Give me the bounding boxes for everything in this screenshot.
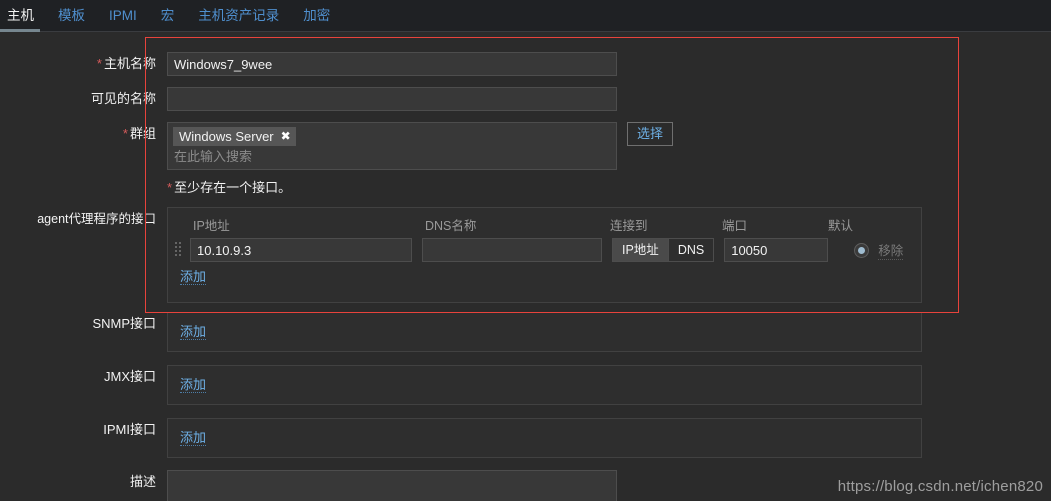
column-header-ip: IP地址 (193, 219, 230, 233)
select-groups-button[interactable]: 选择 (627, 122, 674, 146)
host-form: *主机名称 可见的名称 *群组 Windows Server ✖ 在此输入搜索 … (0, 32, 1051, 501)
required-marker: * (167, 180, 173, 195)
column-header-dns: DNS名称 (425, 219, 477, 233)
field-row-description: 描述 (0, 470, 617, 501)
tab-encryption[interactable]: 加密 (303, 0, 330, 31)
field-row-groups: * 群组 Windows Server ✖ 在此输入搜索 选择 (0, 122, 674, 170)
tab-host-inventory[interactable]: 主机资产记录 (198, 0, 279, 31)
ipmi-interfaces-panel: 添加 (167, 418, 922, 458)
connect-to-option-dns[interactable]: DNS (667, 239, 714, 261)
field-row-snmp-interfaces: SNMP接口 添加 (0, 312, 922, 352)
required-marker: * (96, 56, 102, 71)
field-row-agent-interfaces: agent代理程序的接口 IP地址 DNS名称 连接到 端口 默认 IP地址 (0, 207, 922, 303)
host-name-label: * 主机名称 (96, 56, 156, 71)
ipmi-interfaces-label: IPMI接口 (103, 422, 156, 437)
default-interface-radio[interactable] (854, 242, 870, 258)
interface-row: IP地址 DNS 移除 (168, 238, 921, 268)
agent-interfaces-header: IP地址 DNS名称 连接到 端口 默认 (168, 208, 921, 238)
snmp-interfaces-panel: 添加 (167, 312, 922, 352)
add-agent-interface-link[interactable]: 添加 (180, 269, 207, 285)
close-icon[interactable]: ✖ (281, 127, 291, 146)
description-label: 描述 (129, 474, 156, 489)
tab-host[interactable]: 主机 (7, 0, 34, 31)
group-chip-label: Windows Server (179, 129, 274, 144)
agent-interfaces-label: agent代理程序的接口 (37, 212, 156, 226)
field-row-host-name: * 主机名称 (0, 52, 617, 76)
field-row-jmx-interfaces: JMX接口 添加 (0, 365, 922, 405)
interface-required-note: * 至少存在一个接口。 (167, 179, 291, 197)
column-header-port: 端口 (722, 219, 748, 233)
add-jmx-interface-link[interactable]: 添加 (180, 377, 207, 393)
add-ipmi-interface-link[interactable]: 添加 (180, 430, 207, 446)
connect-to-toggle: IP地址 DNS (612, 238, 715, 262)
drag-handle-icon[interactable] (175, 239, 187, 261)
groups-multiselect[interactable]: Windows Server ✖ 在此输入搜索 (167, 122, 617, 170)
group-chip: Windows Server ✖ (173, 127, 296, 146)
host-name-input[interactable] (167, 52, 617, 76)
zabbix-host-config-screen: 主机 模板 IPMI 宏 主机资产记录 加密 *主机名称 可见的名称 *群组 W… (0, 0, 1051, 501)
groups-label: * 群组 (122, 126, 156, 141)
add-snmp-interface-link[interactable]: 添加 (180, 324, 207, 340)
interface-note-text: * 至少存在一个接口。 (167, 180, 292, 195)
visible-name-label: 可见的名称 (90, 91, 156, 106)
visible-name-input[interactable] (167, 87, 617, 111)
snmp-interfaces-label: SNMP接口 (92, 316, 156, 331)
agent-add-row: 添加 (168, 268, 921, 286)
interface-default-cell: 移除 (854, 240, 904, 260)
tab-bar: 主机 模板 IPMI 宏 主机资产记录 加密 (0, 0, 1051, 32)
field-row-ipmi-interfaces: IPMI接口 添加 (0, 418, 922, 458)
tab-templates[interactable]: 模板 (58, 0, 85, 31)
required-marker: * (122, 126, 128, 141)
jmx-interfaces-label: JMX接口 (103, 369, 156, 384)
agent-interfaces-panel: IP地址 DNS名称 连接到 端口 默认 IP地址 DNS (167, 207, 922, 303)
interface-ip-input[interactable] (190, 238, 412, 262)
interface-port-input[interactable] (724, 238, 829, 262)
column-header-connect-to: 连接到 (610, 219, 648, 233)
interface-dns-input[interactable] (422, 238, 602, 262)
column-header-default: 默认 (828, 219, 854, 233)
tab-ipmi[interactable]: IPMI (109, 0, 137, 31)
remove-interface-link[interactable]: 移除 (878, 240, 904, 260)
groups-search-input[interactable]: 在此输入搜索 (173, 148, 611, 166)
tab-macros[interactable]: 宏 (161, 0, 175, 31)
jmx-interfaces-panel: 添加 (167, 365, 922, 405)
tab-list: 主机 模板 IPMI 宏 主机资产记录 加密 (0, 0, 1051, 31)
watermark-text: https://blog.csdn.net/ichen820 (837, 478, 1043, 495)
field-row-visible-name: 可见的名称 (0, 87, 617, 111)
connect-to-option-ip[interactable]: IP地址 (613, 239, 668, 261)
description-textarea[interactable] (167, 470, 617, 501)
